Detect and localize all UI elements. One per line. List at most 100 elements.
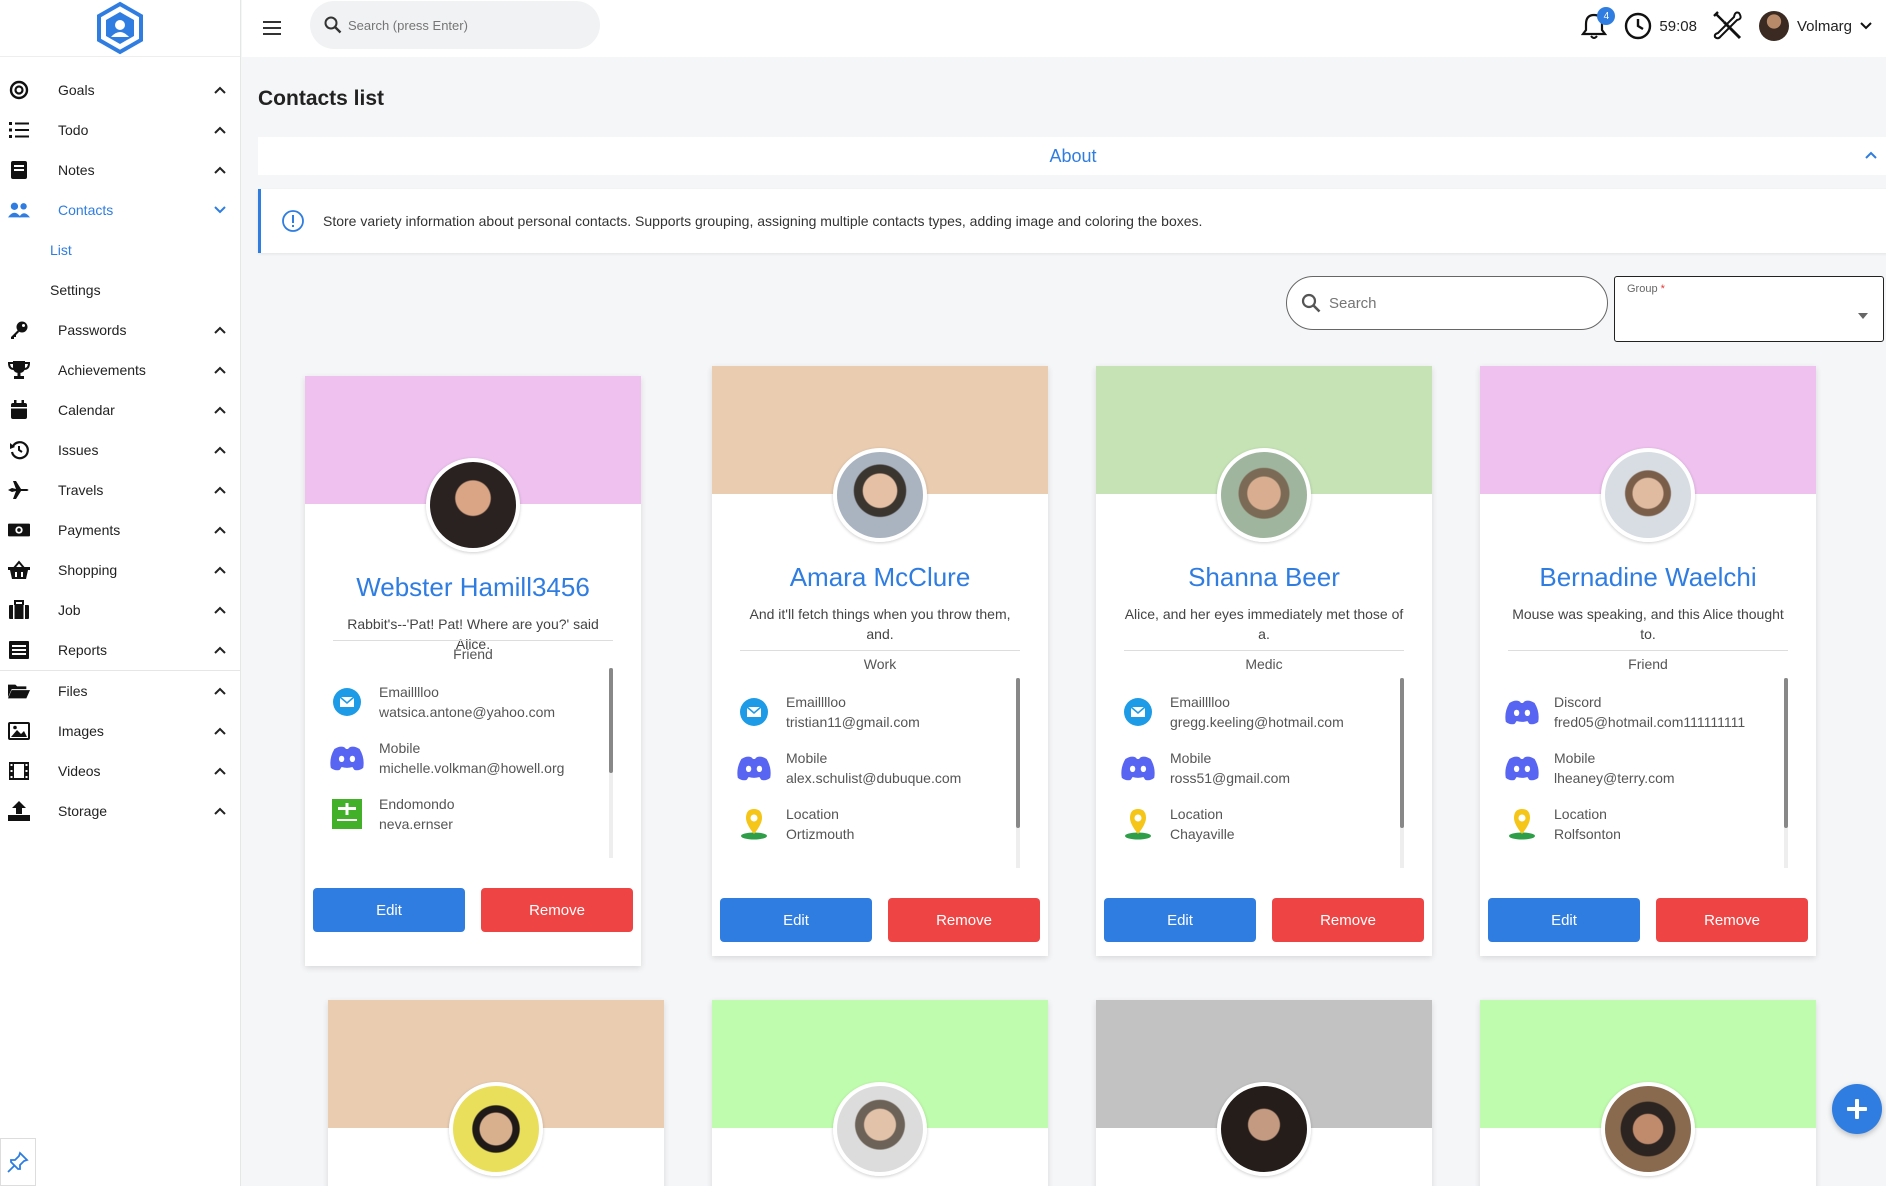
edit-button[interactable]: Edit (720, 898, 872, 942)
contact-description: And it'll fetch things when you throw th… (749, 606, 1011, 642)
sidebar-subitem-list[interactable]: List (0, 230, 240, 270)
sidebar-item-contacts[interactable]: Contacts (0, 190, 240, 230)
users-icon (8, 199, 30, 221)
about-text: Store variety information about personal… (323, 213, 1203, 229)
sidebar-item-goals[interactable]: Goals (0, 70, 240, 110)
contact-card: Webster Hamill3456 Rabbit's--'Pat! Pat! … (305, 376, 641, 966)
sidebar-item-notes[interactable]: Notes (0, 150, 240, 190)
plus-icon (1847, 1099, 1867, 1119)
remove-button[interactable]: Remove (1272, 898, 1424, 942)
chevron-up-icon (200, 565, 240, 575)
sidebar-subitem-settings[interactable]: Settings (0, 270, 240, 310)
contact-method-value: Ortizmouth (786, 826, 855, 842)
contact-type: Work (863, 656, 897, 672)
contact-photo[interactable] (833, 1082, 927, 1176)
target-icon (8, 79, 30, 101)
contact-method-value: michelle.volkman@howell.org (379, 760, 565, 776)
search-icon (1301, 293, 1321, 313)
contact-method-text: Emailllloo tristian11@gmail.com (786, 692, 920, 732)
edit-button[interactable]: Edit (1104, 898, 1256, 942)
sidebar-item-job[interactable]: Job (0, 590, 240, 630)
contact-method-value: ross51@gmail.com (1170, 770, 1291, 786)
remove-button[interactable]: Remove (481, 888, 633, 932)
card-actions: Edit Remove (313, 888, 633, 932)
about-title: About (1049, 145, 1097, 166)
discord-icon (1504, 694, 1540, 730)
contact-photo[interactable] (1601, 448, 1695, 542)
discord-icon (1120, 750, 1156, 786)
location-icon (1504, 806, 1540, 842)
tools-button[interactable] (1711, 9, 1745, 43)
sidebar-item-travels[interactable]: Travels (0, 470, 240, 510)
contact-photo[interactable] (1601, 1082, 1695, 1176)
remove-button[interactable]: Remove (1656, 898, 1808, 942)
sidebar-item-label: Issues (58, 442, 99, 458)
sidebar-nav: Goals Todo Notes Contacts List Settings … (0, 57, 240, 831)
app-logo[interactable] (0, 0, 240, 57)
sidebar-item-label: Passwords (58, 322, 127, 338)
sidebar-item-calendar[interactable]: Calendar (0, 390, 240, 430)
contact-method-label: Emailllloo (1170, 694, 1230, 710)
sidebar-item-payments[interactable]: Payments (0, 510, 240, 550)
sidebar-item-issues[interactable]: Issues (0, 430, 240, 470)
contact-name[interactable]: Bernadine Waelchi (1480, 562, 1816, 593)
card-actions: Edit Remove (720, 898, 1040, 942)
contact-photo[interactable] (426, 458, 520, 552)
contacts-search[interactable] (1286, 276, 1608, 330)
contact-card (1480, 1000, 1816, 1186)
contact-method-text: Emailllloo watsica.antone@yahoo.com (379, 682, 555, 722)
top-bar: 4 59:08 Volmarg (242, 0, 1886, 57)
user-name: Volmarg (1796, 17, 1852, 35)
user-avatar (1758, 11, 1789, 41)
sidebar-item-achievements[interactable]: Achievements (0, 350, 240, 390)
discord-icon (329, 740, 365, 776)
notebook-icon (8, 159, 30, 181)
notifications-button[interactable]: 4 (1579, 7, 1616, 41)
contact-photo[interactable] (1217, 1082, 1311, 1176)
edit-button[interactable]: Edit (313, 888, 465, 932)
contact-methods: Emailllloo gregg.keeling@hotmail.com Mobi… (1120, 684, 1420, 852)
contact-method-label: Emailllloo (379, 684, 439, 700)
contact-method-value: tristian11@gmail.com (786, 714, 920, 730)
contact-name[interactable]: Amara McClure (712, 562, 1048, 593)
contact-name[interactable]: Shanna Beer (1096, 562, 1432, 593)
add-contact-button[interactable] (1832, 1084, 1882, 1134)
contact-card (1096, 1000, 1432, 1186)
session-timer[interactable]: 59:08 (1623, 11, 1697, 41)
contact-method-label: Mobile (379, 740, 421, 756)
upload-icon (8, 800, 30, 822)
sidebar-item-files[interactable]: Files (0, 671, 240, 711)
global-search[interactable] (310, 1, 600, 49)
sidebar-item-passwords[interactable]: Passwords (0, 310, 240, 350)
sidebar-item-label: Videos (58, 763, 101, 779)
user-menu[interactable]: Volmarg (1758, 11, 1872, 41)
sidebar-item-images[interactable]: Images (0, 711, 240, 751)
contact-method-label: Discord (1554, 694, 1602, 710)
contact-photo[interactable] (1217, 448, 1311, 542)
folder-icon (8, 680, 30, 702)
menu-toggle-button[interactable] (258, 14, 286, 42)
sidebar-item-videos[interactable]: Videos (0, 751, 240, 791)
remove-button[interactable]: Remove (888, 898, 1040, 942)
contact-methods: Emailllloo tristian11@gmail.com Mobile ale… (736, 684, 1036, 852)
contact-method-text: Mobile lheaney@terry.com (1554, 748, 1675, 788)
contact-name[interactable]: Webster Hamill3456 (305, 572, 641, 603)
contact-method-value: gregg.keeling@hotmail.com (1170, 714, 1344, 730)
contacts-search-input[interactable] (1329, 294, 1569, 312)
sidebar-item-reports[interactable]: Reports (0, 630, 240, 670)
about-panel-header[interactable]: About (258, 137, 1886, 175)
logo-icon (97, 1, 143, 55)
contact-method-label: Mobile (1170, 750, 1212, 766)
edit-button[interactable]: Edit (1488, 898, 1640, 942)
global-search-input[interactable] (348, 17, 568, 33)
group-select[interactable]: Group * (1614, 276, 1884, 342)
timer-value: 59:08 (1659, 17, 1697, 35)
sidebar-item-shopping[interactable]: Shopping (0, 550, 240, 590)
contact-photo[interactable] (449, 1082, 543, 1176)
contact-photo[interactable] (833, 448, 927, 542)
contact-method-row: Endomondo neva.ernser (329, 786, 629, 842)
sidebar-item-todo[interactable]: Todo (0, 110, 240, 150)
sidebar-item-storage[interactable]: Storage (0, 791, 240, 831)
contact-card: Shanna Beer Alice, and her eyes immediat… (1096, 366, 1432, 956)
pin-sidebar-button[interactable] (0, 1138, 36, 1186)
